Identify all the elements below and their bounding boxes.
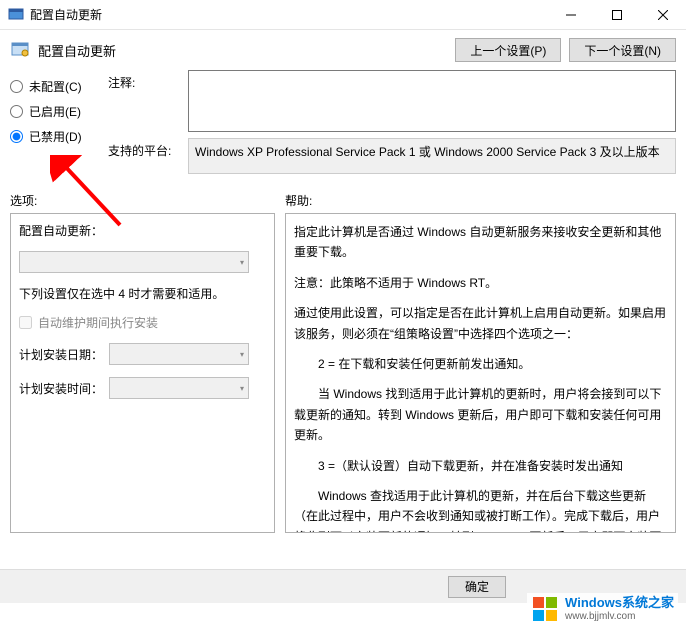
sched-time-combo[interactable]: ▾ [109,377,249,399]
help-label: 帮助: [285,192,312,209]
watermark-text: Windows系统之家 www.bjjmlv.com [565,595,674,623]
help-p2: 注意：此策略不适用于 Windows RT。 [294,273,667,293]
chevron-down-icon: ▾ [240,258,244,267]
help-panel[interactable]: 指定此计算机是否通过 Windows 自动更新服务来接收安全更新和其他重要下载。… [285,213,676,533]
radio-disabled-input[interactable] [10,130,23,143]
help-p5: 当 Windows 找到适用于此计算机的更新时，用户将会接到可以下载更新的通知。… [294,384,667,445]
sched-time-label: 计划安装时间： [19,380,103,397]
options-panel: 配置自动更新： ▾ 下列设置仅在选中 4 时才需要和适用。 自动维护期间执行安装… [10,213,275,533]
radio-disabled[interactable]: 已禁用(D) [10,128,98,145]
help-p3: 通过使用此设置，可以指定是否在此计算机上启用自动更新。如果启用该服务，则必须在“… [294,303,667,344]
options-note: 下列设置仅在选中 4 时才需要和适用。 [19,285,266,302]
chevron-down-icon: ▾ [240,350,244,359]
platform-value: Windows XP Professional Service Pack 1 或… [188,138,676,174]
help-p1: 指定此计算机是否通过 Windows 自动更新服务来接收安全更新和其他重要下载。 [294,222,667,263]
watermark-brand: Windows [565,595,622,610]
maintenance-checkbox-label: 自动维护期间执行安装 [38,314,158,331]
minimize-icon [566,10,576,20]
radio-not-configured-input[interactable] [10,80,23,93]
prev-setting-button[interactable]: 上一个设置(P) [455,38,561,62]
sched-date-combo[interactable]: ▾ [109,343,249,365]
radio-enabled-input[interactable] [10,105,23,118]
watermark-url: www.bjjmlv.com [565,611,674,623]
help-p7: Windows 查找适用于此计算机的更新，并在后台下载这些更新（在此过程中，用户… [294,486,667,533]
right-column: 注释: 支持的平台: Windows XP Professional Servi… [108,70,676,180]
help-p4: 2 = 在下载和安装任何更新前发出通知。 [294,354,667,374]
toolbar: 配置自动更新 上一个设置(P) 下一个设置(N) [0,30,686,70]
panels: 配置自动更新： ▾ 下列设置仅在选中 4 时才需要和适用。 自动维护期间执行安装… [0,213,686,533]
maximize-button[interactable] [594,0,640,30]
window-controls [548,0,686,30]
options-combo-main: ▾ [19,251,266,273]
watermark: Windows系统之家 www.bjjmlv.com [527,593,678,625]
comment-row: 注释: [108,70,676,132]
chevron-down-icon: ▾ [240,384,244,393]
maximize-icon [612,10,622,20]
comment-input[interactable] [188,70,676,132]
policy-icon [10,40,30,60]
sched-time-row: 计划安装时间： ▾ [19,377,266,399]
ok-button[interactable]: 确定 [448,576,506,598]
maintenance-checkbox[interactable] [19,316,32,329]
help-p6: 3 =（默认设置）自动下载更新，并在准备安装时发出通知 [294,456,667,476]
radio-not-configured[interactable]: 未配置(C) [10,78,98,95]
options-heading: 配置自动更新： [19,222,266,239]
window-title: 配置自动更新 [30,6,548,23]
sched-date-row: 计划安装日期： ▾ [19,343,266,365]
sched-date-label: 计划安装日期： [19,346,103,363]
toolbar-title: 配置自动更新 [38,41,447,60]
radio-disabled-label: 已禁用(D) [29,128,82,145]
radio-group: 未配置(C) 已启用(E) 已禁用(D) [10,70,98,180]
maintenance-checkbox-row: 自动维护期间执行安装 [19,314,266,331]
close-icon [658,10,668,20]
platform-row: 支持的平台: Windows XP Professional Service P… [108,138,676,174]
comment-label: 注释: [108,70,180,91]
app-icon [8,7,24,23]
radio-not-configured-label: 未配置(C) [29,78,82,95]
minimize-button[interactable] [548,0,594,30]
radio-enabled-label: 已启用(E) [29,103,81,120]
next-setting-button[interactable]: 下一个设置(N) [569,38,676,62]
radio-enabled[interactable]: 已启用(E) [10,103,98,120]
windows-logo-icon [531,595,559,623]
section-labels: 选项: 帮助: [0,180,686,213]
main-area: 未配置(C) 已启用(E) 已禁用(D) 注释: 支持的平台: Windows … [0,70,686,180]
title-bar: 配置自动更新 [0,0,686,30]
platform-label: 支持的平台: [108,138,180,159]
update-mode-combo[interactable]: ▾ [19,251,249,273]
close-button[interactable] [640,0,686,30]
watermark-cn: 系统之家 [622,595,674,610]
options-label: 选项: [10,192,285,209]
